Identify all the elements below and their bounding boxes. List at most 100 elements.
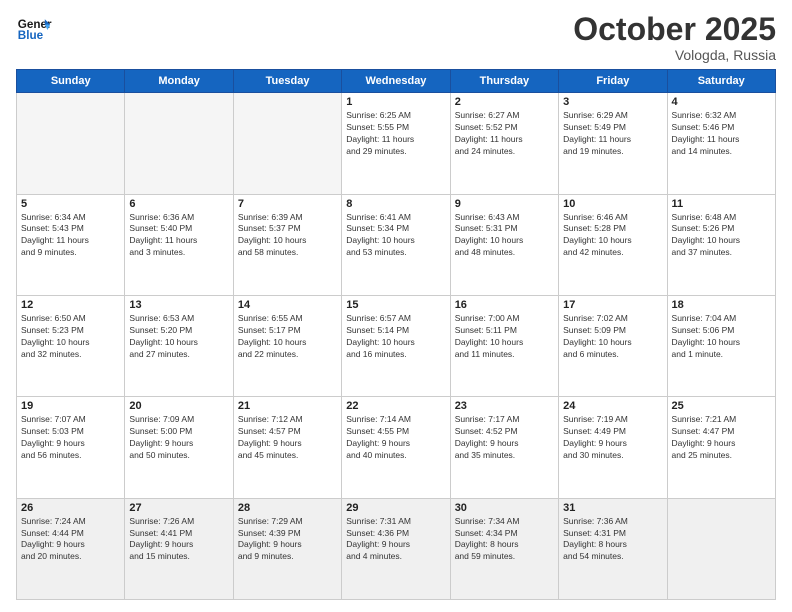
day-number: 27 [129, 502, 228, 514]
day-info: Sunrise: 6:43 AM Sunset: 5:31 PM Dayligh… [455, 212, 554, 260]
svg-text:Blue: Blue [18, 29, 44, 42]
day-info: Sunrise: 6:53 AM Sunset: 5:20 PM Dayligh… [129, 313, 228, 361]
day-cell: 5Sunrise: 6:34 AM Sunset: 5:43 PM Daylig… [17, 194, 125, 295]
day-cell: 28 Sunrise: 7:29 AM Sunset: 4:39 PM Dayli… [233, 498, 341, 599]
calendar-body: 1 Sunrise: 6:25 AM Sunset: 5:55 PM Daylig… [17, 93, 776, 600]
day-header-thursday: Thursday [450, 70, 558, 93]
day-info: Sunrise: 6:57 AM Sunset: 5:14 PM Dayligh… [346, 313, 445, 361]
day-cell: 15 Sunrise: 6:57 AM Sunset: 5:14 PM Dayli… [342, 295, 450, 396]
day-cell: 27Sunrise: 7:26 AM Sunset: 4:41 PM Dayli… [125, 498, 233, 599]
day-cell [667, 498, 775, 599]
day-number: 23 [455, 400, 554, 412]
day-cell [17, 93, 125, 194]
day-cell [125, 93, 233, 194]
day-cell: 4Sunrise: 6:32 AM Sunset: 5:46 PM Daylig… [667, 93, 775, 194]
day-cell: 9 Sunrise: 6:43 AM Sunset: 5:31 PM Daylig… [450, 194, 558, 295]
day-number: 13 [129, 299, 228, 311]
day-header-sunday: Sunday [17, 70, 125, 93]
day-cell: 18 Sunrise: 7:04 AM Sunset: 5:06 PM Dayli… [667, 295, 775, 396]
day-info: Sunrise: 7:36 AM Sunset: 4:31 PM Dayligh… [563, 516, 662, 564]
day-header-friday: Friday [559, 70, 667, 93]
day-cell: 19 Sunrise: 7:07 AM Sunset: 5:03 PM Dayli… [17, 397, 125, 498]
day-info: Sunrise: 7:31 AM Sunset: 4:36 PM Dayligh… [346, 516, 445, 564]
day-number: 25 [672, 400, 771, 412]
day-cell: 20 Sunrise: 7:09 AM Sunset: 5:00 PM Dayli… [125, 397, 233, 498]
day-cell: 10 Sunrise: 6:46 AM Sunset: 5:28 PM Dayli… [559, 194, 667, 295]
logo: General Blue [16, 12, 52, 48]
day-cell: 16Sunrise: 7:00 AM Sunset: 5:11 PM Dayli… [450, 295, 558, 396]
day-info: Sunrise: 6:48 AM Sunset: 5:26 PM Dayligh… [672, 212, 771, 260]
day-info: Sunrise: 7:34 AM Sunset: 4:34 PM Dayligh… [455, 516, 554, 564]
day-info: Sunrise: 6:36 AM Sunset: 5:40 PM Dayligh… [129, 212, 228, 260]
day-cell: 29 Sunrise: 7:31 AM Sunset: 4:36 PM Dayli… [342, 498, 450, 599]
day-cell: 1 Sunrise: 6:25 AM Sunset: 5:55 PM Daylig… [342, 93, 450, 194]
week-row-0: 1 Sunrise: 6:25 AM Sunset: 5:55 PM Daylig… [17, 93, 776, 194]
day-cell: 25 Sunrise: 7:21 AM Sunset: 4:47 PM Dayli… [667, 397, 775, 498]
day-info: Sunrise: 6:50 AM Sunset: 5:23 PM Dayligh… [21, 313, 120, 361]
day-info: Sunrise: 7:09 AM Sunset: 5:00 PM Dayligh… [129, 414, 228, 462]
day-info: Sunrise: 7:00 AM Sunset: 5:11 PM Dayligh… [455, 313, 554, 361]
day-info: Sunrise: 7:21 AM Sunset: 4:47 PM Dayligh… [672, 414, 771, 462]
day-number: 9 [455, 198, 554, 210]
day-info: Sunrise: 6:32 AM Sunset: 5:46 PM Dayligh… [672, 110, 771, 158]
day-number: 8 [346, 198, 445, 210]
day-info: Sunrise: 7:24 AM Sunset: 4:44 PM Dayligh… [21, 516, 120, 564]
day-cell: 30 Sunrise: 7:34 AM Sunset: 4:34 PM Dayli… [450, 498, 558, 599]
day-number: 5 [21, 198, 120, 210]
day-cell: 14Sunrise: 6:55 AM Sunset: 5:17 PM Dayli… [233, 295, 341, 396]
day-cell: 17Sunrise: 7:02 AM Sunset: 5:09 PM Dayli… [559, 295, 667, 396]
day-info: Sunrise: 7:12 AM Sunset: 4:57 PM Dayligh… [238, 414, 337, 462]
day-header-tuesday: Tuesday [233, 70, 341, 93]
day-cell: 7 Sunrise: 6:39 AM Sunset: 5:37 PM Daylig… [233, 194, 341, 295]
day-info: Sunrise: 7:07 AM Sunset: 5:03 PM Dayligh… [21, 414, 120, 462]
day-info: Sunrise: 6:27 AM Sunset: 5:52 PM Dayligh… [455, 110, 554, 158]
day-cell: 2 Sunrise: 6:27 AM Sunset: 5:52 PM Daylig… [450, 93, 558, 194]
day-number: 30 [455, 502, 554, 514]
day-number: 26 [21, 502, 120, 514]
day-cell: 13 Sunrise: 6:53 AM Sunset: 5:20 PM Dayli… [125, 295, 233, 396]
day-number: 17 [563, 299, 662, 311]
day-info: Sunrise: 7:19 AM Sunset: 4:49 PM Dayligh… [563, 414, 662, 462]
day-number: 21 [238, 400, 337, 412]
day-header-monday: Monday [125, 70, 233, 93]
location: Vologda, Russia [573, 47, 776, 63]
day-cell: 6Sunrise: 6:36 AM Sunset: 5:40 PM Daylig… [125, 194, 233, 295]
day-cell: 11 Sunrise: 6:48 AM Sunset: 5:26 PM Dayli… [667, 194, 775, 295]
day-number: 1 [346, 96, 445, 108]
day-cell: 12Sunrise: 6:50 AM Sunset: 5:23 PM Dayli… [17, 295, 125, 396]
day-number: 7 [238, 198, 337, 210]
day-number: 11 [672, 198, 771, 210]
day-info: Sunrise: 6:41 AM Sunset: 5:34 PM Dayligh… [346, 212, 445, 260]
day-number: 19 [21, 400, 120, 412]
calendar-header-row: SundayMondayTuesdayWednesdayThursdayFrid… [17, 70, 776, 93]
week-row-3: 19 Sunrise: 7:07 AM Sunset: 5:03 PM Dayli… [17, 397, 776, 498]
day-number: 15 [346, 299, 445, 311]
day-header-wednesday: Wednesday [342, 70, 450, 93]
day-cell: 23 Sunrise: 7:17 AM Sunset: 4:52 PM Dayli… [450, 397, 558, 498]
week-row-2: 12Sunrise: 6:50 AM Sunset: 5:23 PM Dayli… [17, 295, 776, 396]
day-info: Sunrise: 7:29 AM Sunset: 4:39 PM Dayligh… [238, 516, 337, 564]
day-info: Sunrise: 6:25 AM Sunset: 5:55 PM Dayligh… [346, 110, 445, 158]
week-row-4: 26 Sunrise: 7:24 AM Sunset: 4:44 PM Dayli… [17, 498, 776, 599]
day-info: Sunrise: 7:17 AM Sunset: 4:52 PM Dayligh… [455, 414, 554, 462]
week-row-1: 5Sunrise: 6:34 AM Sunset: 5:43 PM Daylig… [17, 194, 776, 295]
day-cell [233, 93, 341, 194]
day-number: 28 [238, 502, 337, 514]
day-number: 10 [563, 198, 662, 210]
day-number: 2 [455, 96, 554, 108]
day-number: 29 [346, 502, 445, 514]
day-info: Sunrise: 6:46 AM Sunset: 5:28 PM Dayligh… [563, 212, 662, 260]
day-number: 20 [129, 400, 228, 412]
logo-icon: General Blue [16, 12, 52, 48]
day-cell: 8 Sunrise: 6:41 AM Sunset: 5:34 PM Daylig… [342, 194, 450, 295]
day-cell: 26 Sunrise: 7:24 AM Sunset: 4:44 PM Dayli… [17, 498, 125, 599]
day-info: Sunrise: 6:39 AM Sunset: 5:37 PM Dayligh… [238, 212, 337, 260]
day-cell: 21 Sunrise: 7:12 AM Sunset: 4:57 PM Dayli… [233, 397, 341, 498]
month-title: October 2025 [573, 12, 776, 47]
day-info: Sunrise: 7:04 AM Sunset: 5:06 PM Dayligh… [672, 313, 771, 361]
day-number: 18 [672, 299, 771, 311]
title-block: October 2025 Vologda, Russia [573, 12, 776, 63]
day-header-saturday: Saturday [667, 70, 775, 93]
day-info: Sunrise: 6:29 AM Sunset: 5:49 PM Dayligh… [563, 110, 662, 158]
day-number: 31 [563, 502, 662, 514]
